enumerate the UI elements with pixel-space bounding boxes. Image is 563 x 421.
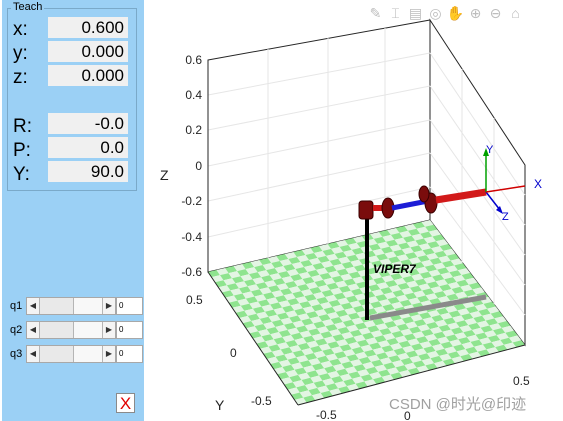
frame-z-axis bbox=[485, 191, 501, 211]
forearm-link bbox=[435, 188, 487, 204]
frame-z-label: Z bbox=[502, 211, 509, 223]
wrist-joint-2 bbox=[418, 185, 430, 203]
y-tick-label: -0.5 bbox=[251, 394, 272, 408]
x-tick-label: -0.5 bbox=[316, 408, 337, 421]
z-tick-label: -0.2 bbox=[181, 194, 202, 208]
frame-y-label: Y bbox=[486, 144, 494, 156]
shoulder-joint bbox=[358, 200, 374, 220]
y-tick-label: 0 bbox=[230, 346, 237, 360]
x-tick-label: 0.5 bbox=[513, 374, 530, 388]
frame-x-axis bbox=[485, 185, 526, 193]
z-tick-label: 0.6 bbox=[185, 53, 202, 67]
y-tick-label: 0.5 bbox=[186, 293, 203, 307]
z-tick-label: 0 bbox=[195, 159, 202, 173]
robot-name-label: VIPER7 bbox=[373, 262, 417, 276]
z-axis-label: Z bbox=[160, 167, 169, 183]
robot-3d-plot[interactable]: 0.6 0.4 0.2 0 -0.2 -0.4 -0.6 Z 0.5 0 -0.… bbox=[0, 0, 563, 421]
z-tick-label: 0.4 bbox=[185, 88, 202, 102]
frame-x-label: X bbox=[534, 177, 542, 191]
y-axis-label: Y bbox=[215, 397, 225, 413]
z-tick-label: -0.4 bbox=[181, 230, 202, 244]
watermark: CSDN @时光@印迹 bbox=[389, 396, 527, 413]
z-tick-label: -0.6 bbox=[181, 265, 202, 279]
z-axis-ticks: 0.6 0.4 0.2 0 -0.2 -0.4 -0.6 bbox=[181, 53, 202, 279]
z-tick-label: 0.2 bbox=[185, 123, 202, 137]
